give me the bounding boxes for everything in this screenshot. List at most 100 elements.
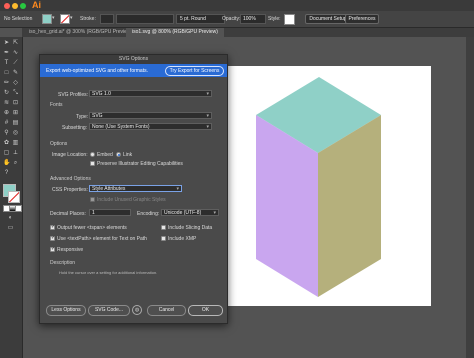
line-icon[interactable]: ⟋ — [12, 60, 19, 67]
eyedropper-icon[interactable]: ⚲ — [3, 130, 10, 137]
help-icon[interactable]: ? — [3, 170, 10, 177]
zoom-window-icon[interactable] — [20, 3, 26, 9]
try-export-button[interactable]: Try Export for Screens — [165, 66, 224, 76]
artboard[interactable] — [226, 66, 431, 306]
link-radio[interactable] — [116, 152, 121, 157]
textpath-label: Use <textPath> element for Text on Path — [57, 236, 147, 242]
free-transform-icon[interactable]: ⊡ — [12, 100, 19, 107]
pen-icon[interactable]: ✒ — [3, 50, 10, 57]
direct-selection-icon[interactable]: ⇱ — [12, 40, 19, 47]
chevron-down-icon[interactable]: ▾ — [52, 14, 59, 22]
output-fewer-tspan-checkbox[interactable] — [50, 224, 55, 230]
stroke-label: Stroke: — [80, 16, 96, 22]
symbol-icon[interactable]: ✿ — [3, 140, 10, 147]
screen-mode-icon[interactable]: ▭ — [7, 225, 14, 232]
cancel-button[interactable]: Cancel — [147, 305, 186, 316]
textpath-checkbox[interactable] — [50, 235, 55, 241]
blend-icon[interactable]: ◎ — [12, 130, 19, 137]
fonts-header: Fonts — [50, 102, 63, 108]
hand-icon[interactable]: ✋ — [3, 160, 10, 167]
warp-icon[interactable]: ≋ — [3, 100, 10, 107]
responsive-label: Responsive — [57, 247, 84, 253]
title-bar: Ai — [0, 0, 474, 11]
drawing-mode-icon[interactable]: ◐ — [7, 215, 14, 222]
minimize-window-icon[interactable] — [12, 3, 18, 9]
slicing-data-label: Include Slicing Data — [168, 225, 213, 231]
fill-color-swatch[interactable] — [42, 14, 52, 24]
style-label: Style: — [268, 16, 281, 22]
graph-icon[interactable]: ▥ — [12, 140, 19, 147]
opacity-label: Opacity: — [222, 16, 241, 22]
banner-text: Export web-optimized SVG and other forma… — [46, 68, 148, 74]
subsetting-label: Subsetting: — [62, 125, 88, 131]
type-icon[interactable]: T — [3, 60, 10, 67]
svg-code-button[interactable]: SVG Code... — [88, 305, 130, 316]
slice-icon[interactable]: ⟂ — [12, 150, 19, 157]
rotate-icon[interactable]: ↻ — [3, 90, 10, 97]
css-properties-label: CSS Properties: — [52, 187, 88, 193]
description-text: Hold the cursor over a setting for addit… — [59, 270, 158, 275]
stroke-swatch[interactable] — [8, 191, 20, 203]
opacity-field[interactable]: 100% — [240, 14, 266, 24]
pencil-icon[interactable]: ✏ — [3, 80, 10, 87]
encoding-select[interactable]: Unicode (UTF-8) ▾ — [161, 209, 219, 216]
dialog-title: SVG Options — [40, 55, 227, 64]
selection-tool-icon[interactable]: ➤ — [3, 40, 10, 47]
type-label: Type: — [76, 114, 89, 120]
subsetting-select[interactable]: None (Use System Fonts) ▾ — [89, 123, 212, 130]
options-header: Options — [50, 141, 68, 147]
include-xmp-checkbox[interactable] — [161, 236, 166, 241]
css-properties-select[interactable]: Style Attributes ▾ — [89, 185, 182, 192]
shape-builder-icon[interactable]: ⊕ — [3, 110, 10, 117]
decimal-places-field[interactable]: 1 — [89, 209, 131, 216]
unused-styles-checkbox[interactable] — [90, 197, 95, 202]
encoding-label: Encoding: — [137, 211, 160, 217]
variable-width-profile[interactable] — [116, 14, 174, 24]
ok-button[interactable]: OK — [188, 305, 223, 316]
globe-icon[interactable]: ◍ — [132, 305, 142, 315]
perspective-icon[interactable]: ⊞ — [12, 110, 19, 117]
svg-options-dialog: SVG Options Export web-optimized SVG and… — [39, 54, 228, 324]
less-options-button[interactable]: Less Options — [46, 305, 86, 316]
brush-definition-select[interactable]: 5 pt. Round — [176, 14, 225, 24]
svg-profiles-label: SVG Profiles: — [58, 92, 89, 98]
embed-radio[interactable] — [90, 152, 95, 157]
preserve-editing-label: Preserve Illustrator Editing Capabilitie… — [97, 161, 183, 167]
description-header: Description — [50, 260, 76, 266]
slicing-data-checkbox[interactable] — [161, 225, 166, 230]
none-mode-icon[interactable] — [15, 205, 22, 212]
export-banner: Export web-optimized SVG and other forma… — [40, 64, 227, 77]
zoom-icon[interactable]: ⌕ — [12, 160, 19, 167]
responsive-checkbox[interactable] — [50, 246, 55, 252]
unused-styles-label: Include Unused Graphic Styles — [97, 197, 166, 203]
gradient-icon[interactable]: ▤ — [12, 120, 19, 127]
embed-label: Embed — [97, 152, 113, 158]
tools-panel: ➤ ⇱ ✒ ∿ T ⟋ □ ✎ ✏ ◇ ↻ ⤡ ≋ ⊡ ⊕ ⊞ # ▤ ⚲ ◎ … — [0, 37, 23, 358]
stroke-weight-field[interactable] — [100, 14, 114, 24]
artboard-icon[interactable]: ▢ — [3, 150, 10, 157]
graphic-style-swatch[interactable] — [284, 14, 295, 25]
close-window-icon[interactable] — [4, 3, 10, 9]
curvature-icon[interactable]: ∿ — [12, 50, 19, 57]
stroke-color-swatch[interactable] — [60, 14, 70, 24]
tab-iso-hex-grid[interactable]: iso_hex_grid.ai* @ 300% (RGB/GPU Preview… — [23, 28, 138, 37]
eraser-icon[interactable]: ◇ — [12, 80, 19, 87]
scale-icon[interactable]: ⤡ — [12, 90, 19, 97]
control-bar: No Selection ▾ ▾ Stroke: 5 pt. Round Opa… — [0, 11, 474, 28]
isometric-prism[interactable] — [226, 66, 431, 306]
brush-icon[interactable]: ✎ — [12, 70, 19, 77]
font-type-select[interactable]: SVG ▾ — [89, 112, 212, 119]
tab-iso1-svg[interactable]: iso1.svg @ 800% (RGB/GPU Preview) — [126, 28, 224, 37]
chevron-down-icon[interactable]: ▾ — [70, 14, 77, 22]
rectangle-icon[interactable]: □ — [3, 70, 10, 77]
mesh-icon[interactable]: # — [3, 120, 10, 127]
advanced-options-header: Advanced Options — [50, 176, 91, 182]
selection-status: No Selection — [4, 16, 33, 22]
svg-profiles-select[interactable]: SVG 1.0 ▾ — [89, 90, 212, 97]
app-logo: Ai — [32, 0, 41, 10]
preserve-editing-checkbox[interactable] — [90, 161, 95, 166]
image-location-label: Image Location: — [52, 152, 88, 158]
include-xmp-label: Include XMP — [168, 236, 197, 242]
right-panel-strip — [466, 37, 474, 358]
preferences-button[interactable]: Preferences — [345, 14, 379, 24]
